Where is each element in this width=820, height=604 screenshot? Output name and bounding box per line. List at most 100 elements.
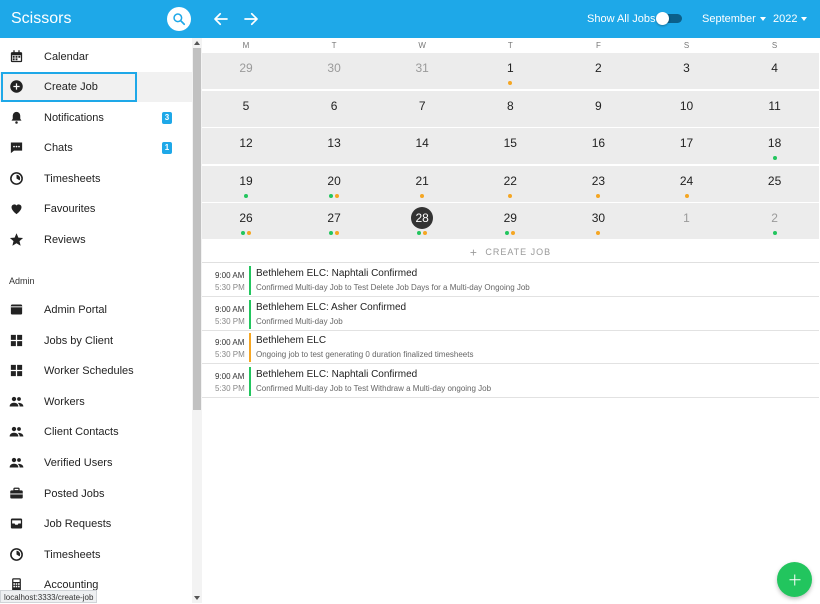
portal-icon bbox=[10, 304, 23, 315]
day-number: 1 bbox=[506, 61, 514, 75]
sidebar-nav: Calendar Create Job Notifications 3 Chats 1 Ti… bbox=[0, 38, 192, 603]
job-dot-orange bbox=[596, 193, 601, 198]
job-indicator-dots bbox=[731, 231, 819, 237]
sidebar-item-label: Chats bbox=[44, 142, 73, 154]
sidebar-admin-item-posted-jobs[interactable]: Posted Jobs bbox=[0, 479, 192, 509]
add-fab-button[interactable] bbox=[777, 562, 812, 597]
job-indicator-dots bbox=[466, 81, 554, 87]
job-dot-orange bbox=[596, 231, 601, 236]
scroll-down-arrow-icon[interactable] bbox=[194, 596, 200, 600]
calendar-day-cell[interactable]: 9 bbox=[554, 91, 642, 128]
sidebar-item-label: Calendar bbox=[44, 51, 89, 63]
calendar-day-cell[interactable]: 10 bbox=[643, 91, 731, 128]
day-number: 30 bbox=[327, 61, 341, 75]
calendar-day-cell[interactable]: 31 bbox=[378, 53, 466, 90]
calendar-day-cell[interactable]: 25 bbox=[731, 166, 819, 203]
calendar-day-cell[interactable]: 30 bbox=[554, 203, 642, 240]
job-description: Ongoing job to test generating 0 duratio… bbox=[256, 350, 474, 360]
sidebar-item-label: Admin Portal bbox=[44, 304, 107, 316]
sidebar-item-chats[interactable]: Chats 1 bbox=[0, 133, 192, 163]
calendar-day-cell[interactable]: 19 bbox=[202, 166, 290, 203]
sidebar-admin-item-worker-schedules[interactable]: Worker Schedules bbox=[0, 356, 192, 386]
calendar-day-cell[interactable]: 20 bbox=[290, 166, 378, 203]
calendar-day-cell[interactable]: 28 bbox=[378, 203, 466, 240]
calendar-day-cell[interactable]: 16 bbox=[554, 128, 642, 165]
show-all-jobs-toggle[interactable] bbox=[656, 12, 682, 25]
calendar-day-cell[interactable]: 6 bbox=[290, 91, 378, 128]
sidebar-admin-item-jobs-by-client[interactable]: Jobs by Client bbox=[0, 326, 192, 356]
calendar-day-cell[interactable]: 26 bbox=[202, 203, 290, 240]
job-dot-orange bbox=[684, 193, 689, 198]
weekday-header: M bbox=[242, 41, 250, 50]
sidebar-admin-item-workers[interactable]: Workers bbox=[0, 387, 192, 417]
month-select[interactable]: September bbox=[702, 13, 766, 25]
calendar-day-cell[interactable]: 8 bbox=[466, 91, 554, 128]
calendar-day-cell[interactable]: 11 bbox=[731, 91, 819, 128]
calendar-week-row: 19 20 21 22 23 24 25 bbox=[202, 165, 819, 203]
year-select[interactable]: 2022 bbox=[773, 13, 808, 25]
forward-arrow-icon[interactable] bbox=[242, 10, 260, 28]
calendar-day-cell[interactable]: 2 bbox=[554, 53, 642, 90]
job-end-time: 5:30 PM bbox=[215, 316, 245, 326]
calendar-day-cell[interactable]: 24 bbox=[643, 166, 731, 203]
briefcase-icon bbox=[10, 487, 23, 499]
sidebar-admin-item-client-contacts[interactable]: Client Contacts bbox=[0, 417, 192, 447]
calendar-day-cell[interactable]: 29 bbox=[202, 53, 290, 90]
job-status-bar bbox=[249, 333, 251, 363]
sidebar-item-favourites[interactable]: Favourites bbox=[0, 194, 192, 224]
calendar-day-cell[interactable]: 22 bbox=[466, 166, 554, 203]
job-description: Confirmed Multi-day Job to Test Delete J… bbox=[256, 283, 530, 292]
sidebar-item-reviews[interactable]: Reviews bbox=[0, 225, 192, 255]
scrollbar-thumb[interactable] bbox=[193, 48, 201, 410]
day-number: 2 bbox=[595, 61, 602, 75]
sidebar-admin-item-verified-users[interactable]: Verified Users bbox=[0, 448, 192, 478]
job-list-item[interactable]: 9:00 AM 5:30 PM Bethlehem ELC: Naphtali Co… bbox=[202, 264, 819, 297]
sidebar-admin-item-timesheets[interactable]: Timesheets bbox=[0, 540, 192, 570]
create-job-row-button[interactable]: + CREATE JOB bbox=[202, 241, 819, 263]
sidebar-item-notifications[interactable]: Notifications 3 bbox=[0, 103, 192, 133]
job-dot-orange bbox=[420, 193, 425, 198]
calendar-day-cell[interactable]: 1 bbox=[643, 203, 731, 240]
calendar-day-cell[interactable]: 12 bbox=[202, 128, 290, 165]
sidebar-admin-item-job-requests[interactable]: Job Requests bbox=[0, 509, 192, 539]
job-list-item[interactable]: 9:00 AM 5:30 PM Bethlehem ELC Ongoing job t… bbox=[202, 331, 819, 365]
calendar-day-cell[interactable]: 7 bbox=[378, 91, 466, 128]
job-indicator-dots bbox=[643, 193, 731, 200]
sidebar-item-calendar[interactable]: Calendar bbox=[0, 42, 192, 72]
day-number: 21 bbox=[415, 173, 429, 188]
calendar-day-cell[interactable]: 14 bbox=[378, 128, 466, 165]
sidebar-item-timesheets[interactable]: Timesheets bbox=[0, 164, 192, 194]
calendar-day-cell[interactable]: 15 bbox=[466, 128, 554, 165]
app-title: Scissors bbox=[11, 10, 72, 27]
calendar-day-cell[interactable]: 23 bbox=[554, 166, 642, 203]
calendar-day-cell[interactable]: 3 bbox=[643, 53, 731, 90]
scroll-up-arrow-icon[interactable] bbox=[194, 41, 200, 45]
calendar-day-cell[interactable]: 4 bbox=[731, 53, 819, 90]
calendar-day-cell[interactable]: 21 bbox=[378, 166, 466, 203]
job-list-item[interactable]: 9:00 AM 5:30 PM Bethlehem ELC: Naphtali Co… bbox=[202, 365, 819, 398]
chevron-down-icon bbox=[759, 17, 766, 22]
calendar-day-cell[interactable]: 27 bbox=[290, 203, 378, 240]
sidebar-admin-item-admin-portal[interactable]: Admin Portal bbox=[0, 295, 192, 325]
calendar-day-cell[interactable]: 29 bbox=[466, 203, 554, 240]
plus-icon: + bbox=[469, 245, 478, 260]
day-number: 23 bbox=[591, 173, 606, 188]
calendar-day-cell[interactable]: 18 bbox=[731, 128, 819, 165]
calendar-day-cell[interactable]: 17 bbox=[643, 128, 731, 165]
job-list-item[interactable]: 9:00 AM 5:30 PM Bethlehem ELC: Asher Confi… bbox=[202, 298, 819, 331]
search-button[interactable] bbox=[167, 7, 191, 31]
calendar-day-cell[interactable]: 30 bbox=[290, 53, 378, 90]
weekday-header: T bbox=[331, 41, 337, 50]
calendar-day-cell[interactable]: 13 bbox=[290, 128, 378, 165]
calendar-day-cell[interactable]: 2 bbox=[731, 203, 819, 240]
back-arrow-icon[interactable] bbox=[212, 10, 230, 28]
sidebar-scrollbar[interactable] bbox=[192, 38, 202, 603]
calendar-day-cell[interactable]: 5 bbox=[202, 91, 290, 128]
job-dot-green bbox=[417, 231, 422, 236]
job-indicator-dots bbox=[731, 156, 819, 162]
chat-icon bbox=[10, 142, 23, 154]
day-number: 4 bbox=[771, 61, 778, 75]
sidebar-item-label: Job Requests bbox=[44, 518, 112, 531]
calendar-day-cell[interactable]: 1 bbox=[466, 53, 554, 90]
day-number: 20 bbox=[327, 173, 341, 188]
